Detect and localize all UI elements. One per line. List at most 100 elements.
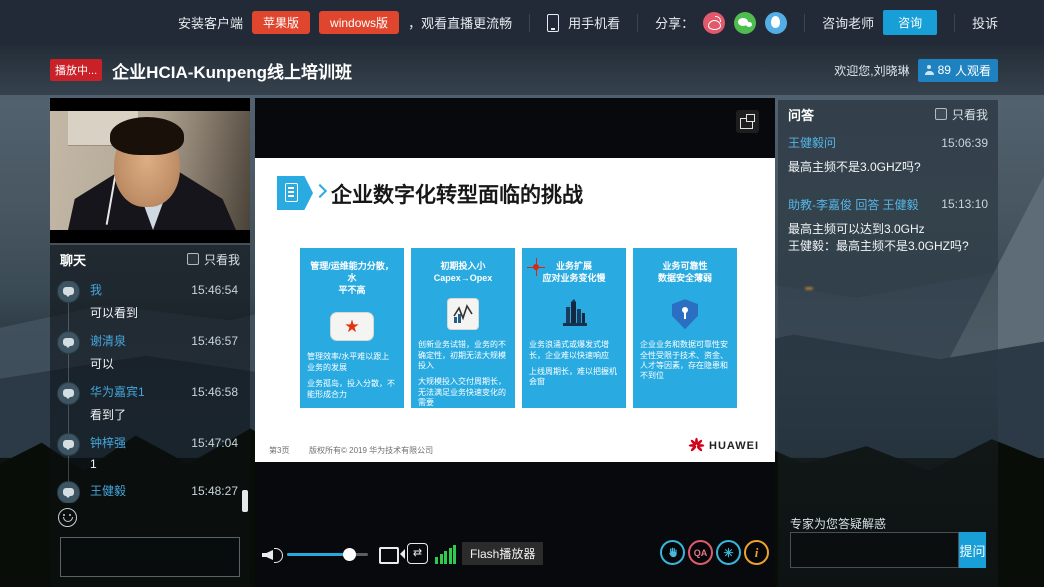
share-wechat-icon[interactable] — [734, 12, 756, 34]
checkbox-icon[interactable] — [187, 253, 199, 265]
qa-title: 问答 — [788, 105, 814, 124]
letterbox-bar — [50, 230, 250, 243]
challenge-card-1: 管理/运维能力分散，水平不高 管理效率/水平难以跟上业务的发展 业务孤岛，投入分… — [300, 248, 404, 408]
smoother-playback-label: ，观看直播更流畅 — [408, 13, 512, 32]
ask-question-button[interactable]: 提问 — [959, 532, 986, 568]
chat-bubble-avatar-icon — [57, 281, 80, 303]
challenge-card-2: 初期投入小Capex→Opex 创新业务试错，业务的不确定性，初期无法大规模投入… — [411, 248, 515, 408]
card-title-line: 业务扩展 — [556, 261, 592, 271]
huawei-logo-text: HUAWEI — [709, 440, 759, 452]
slide-page-number: 第3页 — [269, 445, 289, 456]
chat-timestamp: 15:47:04 — [191, 436, 238, 450]
card-paragraph: 业务孤岛，投入分散，不能形成合力 — [307, 379, 397, 400]
buildings-icon — [557, 297, 591, 331]
windows-version-button[interactable]: windows版 — [319, 11, 399, 34]
chat-message: 王健毅15:48:27 1 — [50, 482, 250, 503]
camera-icon[interactable] — [379, 545, 405, 563]
qa-timestamp: 15:06:39 — [941, 136, 988, 150]
chat-sender-name: 钟梓强 — [90, 434, 126, 451]
flash-player-label: Flash播放器 — [462, 542, 543, 565]
signal-strength-icon — [435, 544, 459, 564]
qa-footer-label: 专家为您答疑解惑 — [790, 515, 886, 532]
divider — [529, 14, 530, 32]
challenge-card-3: 业务扩展应对业务变化慢 业务浪涌式或爆发式增长，企业难以快速响应 上线周期长，难… — [522, 248, 626, 408]
chat-input[interactable] — [60, 537, 240, 577]
speaker-icon[interactable] — [262, 546, 284, 564]
webcam-scene — [50, 111, 250, 230]
switch-view-icon[interactable]: ⇄ — [407, 543, 428, 564]
qa-item: 助教-李嘉俊 回答 王健毅 15:13:10 最高主频可以达到3.0GHz 王健毅… — [778, 192, 998, 263]
volume-slider[interactable] — [287, 553, 368, 556]
qa-panel: 问答 只看我 王健毅问15:06:39 最高主频不是3.0GHZ吗? 助教-李嘉… — [778, 100, 998, 587]
chat-bubble-avatar-icon — [57, 382, 80, 405]
share-qq-icon[interactable] — [765, 12, 787, 34]
card-title-line: 管理/运维能力分散，水 — [310, 261, 394, 283]
presenter-hair — [110, 117, 184, 155]
presenter-webcam-video — [50, 98, 250, 243]
consult-button[interactable]: 咨询 — [883, 10, 937, 35]
apple-version-button[interactable]: 苹果版 — [252, 11, 310, 34]
qa-answerer-name: 助教-李嘉俊 回答 王健毅 — [788, 196, 919, 213]
player-controls: ⇄ Flash播放器 QA ✳ i — [255, 536, 775, 576]
chat-bubble-avatar-icon — [57, 481, 80, 503]
qa-text-line: 最高主频可以达到3.0GHz — [788, 221, 988, 238]
welcome-text: 欢迎您,刘晓琳 — [834, 62, 909, 79]
phone-icon — [547, 14, 559, 32]
question-input[interactable] — [790, 532, 959, 568]
qa-timestamp: 15:13:10 — [941, 197, 988, 211]
qa-text-line: 王健毅：最高主频不是3.0GHZ吗? — [788, 238, 988, 255]
chat-message: 华为嘉宾1 15:46:58 看到了 — [50, 383, 250, 423]
qa-item-list: 王健毅问15:06:39 最高主频不是3.0GHZ吗? 助教-李嘉俊 回答 王健… — [778, 130, 998, 270]
chat-message-text: 看到了 — [90, 406, 238, 423]
card-title-line: 平不高 — [338, 285, 365, 295]
chat-timestamp: 15:48:27 — [191, 484, 238, 498]
card-title-line: Capex→Opex — [434, 273, 493, 283]
chat-sender-name: 我 — [90, 281, 102, 298]
qa-button-icon[interactable]: QA — [688, 540, 713, 565]
huawei-flower-icon — [688, 437, 705, 454]
card-paragraph: 创新业务试错，业务的不确定性，初期无法大规模投入 — [418, 340, 508, 371]
divider — [637, 14, 638, 32]
only-me-label: 只看我 — [204, 251, 240, 268]
top-bar: 安装客户端 苹果版 windows版 ，观看直播更流畅 用手机看 分享： 咨询老… — [0, 0, 1044, 45]
chat-timestamp: 15:46:54 — [191, 283, 238, 297]
settings-icon[interactable]: ✳ — [716, 540, 741, 565]
share-weibo-icon[interactable] — [703, 12, 725, 34]
title-bar: 播放中... 企业HCIA-Kunpeng线上培训班 欢迎您,刘晓琳 89 人观… — [0, 45, 1044, 95]
chat-bubble-avatar-icon — [57, 433, 80, 456]
watch-on-mobile-link[interactable]: 用手机看 — [568, 13, 620, 32]
viewer-label: 人观看 — [955, 62, 991, 79]
player-action-buttons: QA ✳ i — [660, 540, 769, 565]
checkbox-icon[interactable] — [935, 108, 947, 120]
volume-slider-thumb[interactable] — [343, 548, 356, 561]
document-glyph — [285, 183, 298, 202]
qa-only-me-toggle[interactable]: 只看我 — [935, 106, 988, 123]
chat-sender-name: 华为嘉宾1 — [90, 383, 145, 400]
consult-teacher-label: 咨询老师 — [822, 13, 874, 32]
raise-hand-icon[interactable] — [660, 540, 685, 565]
presentation-slide: 企业数字化转型面临的挑战 管理/运维能力分散，水平不高 管理效率/水平难以跟上业… — [255, 158, 775, 462]
trend-chart-icon — [448, 299, 478, 329]
chat-timestamp: 15:46:57 — [191, 334, 238, 348]
only-me-label: 只看我 — [952, 106, 988, 123]
chat-message-list: 我15:46:54 可以看到 谢清泉15:46:57 可以 华为嘉宾115:46… — [50, 281, 250, 503]
chat-scrollbar[interactable] — [242, 490, 248, 512]
challenge-card-4: 业务可靠性数据安全薄弱 企业业务和数据可靠性安全性受限于技术、资金、人才等因素，… — [633, 248, 737, 408]
divider — [954, 14, 955, 32]
chat-message-text: 1 — [90, 457, 238, 471]
slide-copyright: 版权所有© 2019 华为技术有限公司 — [309, 445, 433, 456]
main-video-player: 企业数字化转型面临的挑战 管理/运维能力分散，水平不高 管理效率/水平难以跟上业… — [255, 98, 775, 587]
chat-sender-name: 王健毅 — [90, 482, 126, 499]
emoji-picker-button[interactable] — [58, 508, 77, 527]
qa-item: 王健毅问15:06:39 最高主频不是3.0GHZ吗? — [778, 130, 998, 184]
info-icon[interactable]: i — [744, 540, 769, 565]
chat-sender-name: 谢清泉 — [90, 332, 126, 349]
chat-message-text: 可以看到 — [90, 304, 238, 321]
layout-swap-icon[interactable] — [736, 110, 759, 133]
chat-message: 我 15:46:54 可以看到 — [50, 281, 250, 321]
chat-only-me-toggle[interactable]: 只看我 — [187, 251, 240, 268]
divider — [804, 14, 805, 32]
card-title-line: 应对业务变化慢 — [542, 273, 605, 283]
complaint-link[interactable]: 投诉 — [972, 13, 998, 32]
chat-timestamp: 15:46:58 — [191, 385, 238, 399]
